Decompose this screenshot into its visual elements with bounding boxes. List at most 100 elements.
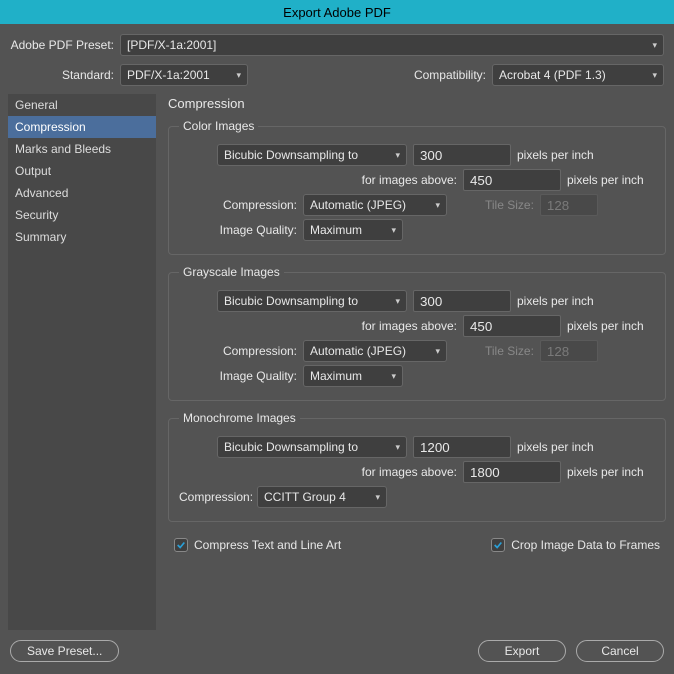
standard-compat-row: Standard: PDF/X-1a:2001 ▾ Compatibility:… <box>0 60 674 94</box>
chevron-down-icon: ▾ <box>435 346 440 357</box>
color-images-group: Color Images Bicubic Downsampling to ▾ p… <box>168 119 666 255</box>
chevron-down-icon: ▾ <box>391 225 396 236</box>
mono-compression-dropdown[interactable]: CCITT Group 4 ▾ <box>257 486 387 508</box>
mono-method-dropdown[interactable]: Bicubic Downsampling to ▾ <box>217 436 407 458</box>
sidebar-item-label: Compression <box>15 120 86 134</box>
ppi-label: pixels per inch <box>517 440 594 454</box>
color-above-input[interactable] <box>463 169 561 191</box>
monochrome-images-group: Monochrome Images Bicubic Downsampling t… <box>168 411 666 522</box>
color-compression-value: Automatic (JPEG) <box>310 198 406 212</box>
color-quality-dropdown[interactable]: Maximum ▾ <box>303 219 403 241</box>
color-quality-value: Maximum <box>310 223 362 237</box>
compression-label: Compression: <box>179 490 257 504</box>
ppi-label: pixels per inch <box>517 148 594 162</box>
content-panel: Compression Color Images Bicubic Downsam… <box>156 94 666 630</box>
checkmark-icon <box>174 538 188 552</box>
gray-method-value: Bicubic Downsampling to <box>224 294 358 308</box>
preset-row: Adobe PDF Preset: [PDF/X-1a:2001] ▾ <box>0 24 674 60</box>
color-compression-dropdown[interactable]: Automatic (JPEG) ▾ <box>303 194 447 216</box>
preset-value: [PDF/X-1a:2001] <box>127 38 216 52</box>
mono-compression-value: CCITT Group 4 <box>264 490 346 504</box>
cancel-button[interactable]: Cancel <box>576 640 664 662</box>
sidebar-item-compression[interactable]: Compression <box>8 116 156 138</box>
compression-label: Compression: <box>179 198 303 212</box>
chevron-down-icon: ▾ <box>395 442 400 453</box>
button-label: Export <box>505 644 540 658</box>
color-legend: Color Images <box>179 119 258 133</box>
gray-compression-value: Automatic (JPEG) <box>310 344 406 358</box>
sidebar-item-output[interactable]: Output <box>8 160 156 182</box>
gray-compression-dropdown[interactable]: Automatic (JPEG) ▾ <box>303 340 447 362</box>
image-quality-label: Image Quality: <box>179 369 303 383</box>
sidebar-item-label: Advanced <box>15 186 68 200</box>
chevron-down-icon: ▾ <box>435 200 440 211</box>
checkmark-icon <box>491 538 505 552</box>
standard-value: PDF/X-1a:2001 <box>127 68 210 82</box>
gray-legend: Grayscale Images <box>179 265 284 279</box>
save-preset-button[interactable]: Save Preset... <box>10 640 119 662</box>
dialog-title: Export Adobe PDF <box>0 0 674 24</box>
gray-quality-value: Maximum <box>310 369 362 383</box>
sidebar-item-label: General <box>15 98 58 112</box>
compat-value: Acrobat 4 (PDF 1.3) <box>499 68 606 82</box>
color-method-dropdown[interactable]: Bicubic Downsampling to ▾ <box>217 144 407 166</box>
crop-image-label: Crop Image Data to Frames <box>511 538 660 552</box>
mono-target-input[interactable] <box>413 436 511 458</box>
ppi-label: pixels per inch <box>567 319 644 333</box>
title-text: Export Adobe PDF <box>283 5 391 20</box>
chevron-down-icon: ▾ <box>395 150 400 161</box>
compress-text-checkbox[interactable]: Compress Text and Line Art <box>170 536 345 554</box>
compress-text-label: Compress Text and Line Art <box>194 538 341 552</box>
panel-title: Compression <box>168 94 666 119</box>
standard-label: Standard: <box>10 68 120 82</box>
for-images-above-label: for images above: <box>179 465 463 479</box>
sidebar-item-security[interactable]: Security <box>8 204 156 226</box>
sidebar: General Compression Marks and Bleeds Out… <box>8 94 156 630</box>
mono-method-value: Bicubic Downsampling to <box>224 440 358 454</box>
grayscale-images-group: Grayscale Images Bicubic Downsampling to… <box>168 265 666 401</box>
for-images-above-label: for images above: <box>179 319 463 333</box>
checkboxes-row: Compress Text and Line Art Crop Image Da… <box>168 532 666 554</box>
sidebar-item-label: Summary <box>15 230 66 244</box>
ppi-label: pixels per inch <box>567 465 644 479</box>
ppi-label: pixels per inch <box>517 294 594 308</box>
gray-method-dropdown[interactable]: Bicubic Downsampling to ▾ <box>217 290 407 312</box>
preset-label: Adobe PDF Preset: <box>10 38 120 52</box>
tile-size-label: Tile Size: <box>485 198 534 212</box>
mono-above-input[interactable] <box>463 461 561 483</box>
sidebar-item-summary[interactable]: Summary <box>8 226 156 248</box>
compression-label: Compression: <box>179 344 303 358</box>
gray-target-input[interactable] <box>413 290 511 312</box>
chevron-down-icon: ▾ <box>375 492 380 503</box>
chevron-down-icon: ▾ <box>391 371 396 382</box>
button-label: Save Preset... <box>27 644 102 658</box>
chevron-down-icon: ▾ <box>652 70 657 81</box>
color-target-input[interactable] <box>413 144 511 166</box>
compat-dropdown[interactable]: Acrobat 4 (PDF 1.3) ▾ <box>492 64 664 86</box>
button-label: Cancel <box>601 644 638 658</box>
export-button[interactable]: Export <box>478 640 566 662</box>
chevron-down-icon: ▾ <box>395 296 400 307</box>
gray-above-input[interactable] <box>463 315 561 337</box>
mono-legend: Monochrome Images <box>179 411 300 425</box>
chevron-down-icon: ▾ <box>236 70 241 81</box>
color-tile-input <box>540 194 598 216</box>
sidebar-item-label: Output <box>15 164 51 178</box>
preset-dropdown[interactable]: [PDF/X-1a:2001] ▾ <box>120 34 664 56</box>
button-bar: Save Preset... Export Cancel <box>0 630 674 662</box>
chevron-down-icon: ▾ <box>652 40 657 51</box>
gray-quality-dropdown[interactable]: Maximum ▾ <box>303 365 403 387</box>
sidebar-item-advanced[interactable]: Advanced <box>8 182 156 204</box>
gray-tile-input <box>540 340 598 362</box>
sidebar-item-label: Security <box>15 208 58 222</box>
for-images-above-label: for images above: <box>179 173 463 187</box>
sidebar-item-general[interactable]: General <box>8 94 156 116</box>
crop-image-checkbox[interactable]: Crop Image Data to Frames <box>487 536 664 554</box>
main-area: General Compression Marks and Bleeds Out… <box>0 94 674 630</box>
sidebar-item-label: Marks and Bleeds <box>15 142 111 156</box>
tile-size-label: Tile Size: <box>485 344 534 358</box>
standard-dropdown[interactable]: PDF/X-1a:2001 ▾ <box>120 64 248 86</box>
image-quality-label: Image Quality: <box>179 223 303 237</box>
sidebar-item-marks-bleeds[interactable]: Marks and Bleeds <box>8 138 156 160</box>
ppi-label: pixels per inch <box>567 173 644 187</box>
